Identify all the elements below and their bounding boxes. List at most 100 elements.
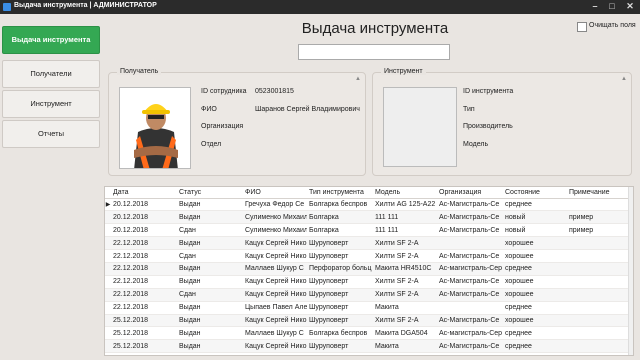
table-cell[interactable]: Ас-Магистраль-Се — [437, 288, 503, 302]
table-cell[interactable]: среднее — [503, 262, 567, 276]
table-cell[interactable]: хорошее — [503, 314, 567, 328]
table-row[interactable]: 20.12.2018 Выдан Сулименко Михаил Болгарка 1… — [105, 210, 631, 225]
table-cell[interactable]: 20.12.2018 — [111, 210, 177, 225]
table-cell[interactable]: Ас-Магистраль-Се — [437, 210, 503, 225]
table-cell[interactable] — [567, 314, 631, 328]
table-cell[interactable]: хорошее — [503, 249, 567, 263]
collapse-icon[interactable]: ▲ — [355, 76, 361, 82]
table-cell[interactable]: Шуруповерт — [307, 339, 373, 354]
table-cell[interactable]: Кацук Сергей Нико — [243, 236, 307, 251]
table-row[interactable]: 25.12.2018 Выдан Маллаев Шукур С Болгарка б… — [105, 326, 631, 341]
table-cell[interactable] — [567, 288, 631, 302]
table-cell[interactable]: Ас-магистраль-Сер — [437, 262, 503, 276]
table-cell[interactable]: Выдан — [177, 262, 243, 276]
table-cell[interactable]: Болгарка — [307, 210, 373, 225]
table-cell[interactable]: Ас-Магистраль-Се — [437, 339, 503, 354]
table-cell[interactable]: Выдан — [177, 314, 243, 328]
table-row[interactable]: 22.12.2018 Выдан Маллаев Шукур С Перфоратор… — [105, 262, 631, 276]
table-cell[interactable]: Шуруповерт — [307, 288, 373, 302]
table-cell[interactable]: Макита — [373, 339, 437, 354]
table-cell[interactable] — [567, 262, 631, 276]
table-cell[interactable]: Шуруповерт — [307, 314, 373, 328]
table-cell[interactable]: Ас-Магистраль-Се — [437, 198, 503, 212]
table-cell[interactable] — [567, 326, 631, 341]
table-cell[interactable]: Сдан — [177, 249, 243, 263]
table-cell[interactable]: Выдан — [177, 198, 243, 212]
table-cell[interactable] — [437, 301, 503, 315]
table-row[interactable]: 22.12.2018 Сдан Кацук Сергей Нико Шуруповер… — [105, 249, 631, 263]
table-cell[interactable]: Болгарка беспров — [307, 198, 373, 212]
issue-table[interactable]: Дата Статус ФИО Тип инструмента Модель О… — [104, 186, 634, 356]
table-cell[interactable]: хорошее — [503, 236, 567, 251]
table-row[interactable]: 22.12.2018 Выдан Кацук Сергей Нико Шурупове… — [105, 236, 631, 251]
table-cell[interactable]: Цыпаев Павел Але — [243, 301, 307, 315]
table-cell[interactable]: Ас-магистраль-Сер — [437, 326, 503, 341]
table-cell[interactable] — [567, 301, 631, 315]
maximize-icon[interactable]: □ — [603, 0, 621, 14]
table-cell[interactable]: 22.12.2018 — [111, 275, 177, 289]
table-cell[interactable]: 20.12.2018 — [111, 223, 177, 238]
table-cell[interactable]: Сулименко Михаил — [243, 210, 307, 225]
table-cell[interactable]: Выдан — [177, 326, 243, 341]
table-cell[interactable] — [567, 339, 631, 354]
table-cell[interactable]: среднее — [503, 301, 567, 315]
table-cell[interactable]: Кацук Сергей Нико — [243, 249, 307, 263]
minimize-icon[interactable]: – — [586, 0, 604, 14]
table-cell[interactable]: Шуруповерт — [307, 275, 373, 289]
table-row[interactable]: 22.12.2018 Сдан Кацук Сергей Нико Шуруповер… — [105, 288, 631, 302]
table-cell[interactable]: 22.12.2018 — [111, 236, 177, 251]
table-row[interactable]: 22.12.2018 Выдан Цыпаев Павел Але Шуруповер… — [105, 301, 631, 315]
table-cell[interactable]: среднее — [503, 326, 567, 341]
table-cell[interactable]: 111 111 — [373, 210, 437, 225]
table-cell[interactable] — [567, 249, 631, 263]
table-cell[interactable]: Сдан — [177, 288, 243, 302]
table-cell[interactable]: Хилти SF 2-A — [373, 314, 437, 328]
table-cell[interactable]: новый — [503, 223, 567, 238]
table-cell[interactable]: Гречуха Федор Се — [243, 198, 307, 212]
table-cell[interactable]: Кацук Сергей Нико — [243, 314, 307, 328]
table-cell[interactable]: пример — [567, 223, 631, 238]
table-cell[interactable]: Болгарка — [307, 223, 373, 238]
table-cell[interactable]: Ас-Магистраль-Се — [437, 275, 503, 289]
table-cell[interactable]: 25.12.2018 — [111, 314, 177, 328]
column-header[interactable]: Модель — [373, 187, 437, 199]
table-row[interactable]: 20.12.2018 Сдан Сулименко Михаил Болгарка 11… — [105, 223, 631, 238]
table-cell[interactable]: Хилти SF 2-A — [373, 236, 437, 251]
column-header[interactable]: Состояние — [503, 187, 567, 199]
table-cell[interactable]: Маллаев Шукур С — [243, 262, 307, 276]
table-cell[interactable]: Перфоратор больц — [307, 262, 373, 276]
table-cell[interactable] — [437, 236, 503, 251]
nav-issue-tool-button[interactable]: Выдача инструмента — [2, 26, 100, 54]
table-cell[interactable]: 22.12.2018 — [111, 262, 177, 276]
table-cell[interactable]: 111 111 — [373, 223, 437, 238]
column-header[interactable]: Примечание — [567, 187, 631, 199]
table-cell[interactable]: Кацук Сергей Нико — [243, 275, 307, 289]
table-cell[interactable]: 22.12.2018 — [111, 301, 177, 315]
table-cell[interactable] — [567, 198, 631, 212]
table-cell[interactable]: Ас-Магистраль-Се — [437, 249, 503, 263]
table-row[interactable]: 25.12.2018 Выдан Кацук Сергей Нико Шурупове… — [105, 314, 631, 328]
table-cell[interactable]: Шуруповерт — [307, 236, 373, 251]
table-cell[interactable]: Хилти AG 125-A22 — [373, 198, 437, 212]
clear-fields-checkbox[interactable] — [577, 22, 587, 32]
table-cell[interactable]: новый — [503, 210, 567, 225]
table-cell[interactable]: 25.12.2018 — [111, 326, 177, 341]
nav-reports-button[interactable]: Отчеты — [2, 120, 100, 148]
table-cell[interactable]: пример — [567, 210, 631, 225]
close-icon[interactable]: ✕ — [621, 0, 639, 14]
nav-tools-button[interactable]: Инструмент — [2, 90, 100, 118]
table-cell[interactable]: Выдан — [177, 275, 243, 289]
table-cell[interactable] — [567, 236, 631, 251]
table-cell[interactable]: Макита HR4510C — [373, 262, 437, 276]
table-cell[interactable]: Макита DGA504 — [373, 326, 437, 341]
table-cell[interactable]: Макита — [373, 301, 437, 315]
table-cell[interactable]: Шуруповерт — [307, 301, 373, 315]
table-cell[interactable]: хорошее — [503, 288, 567, 302]
vertical-scrollbar[interactable] — [628, 187, 633, 355]
table-row[interactable]: ▶ 20.12.2018 Выдан Гречуха Федор Се Болгарка… — [105, 198, 631, 212]
column-header[interactable]: Дата — [111, 187, 177, 199]
table-cell[interactable]: среднее — [503, 339, 567, 354]
table-cell[interactable]: Выдан — [177, 301, 243, 315]
column-header[interactable]: Тип инструмента — [307, 187, 373, 199]
table-cell[interactable]: Ас-Магистраль-Се — [437, 223, 503, 238]
